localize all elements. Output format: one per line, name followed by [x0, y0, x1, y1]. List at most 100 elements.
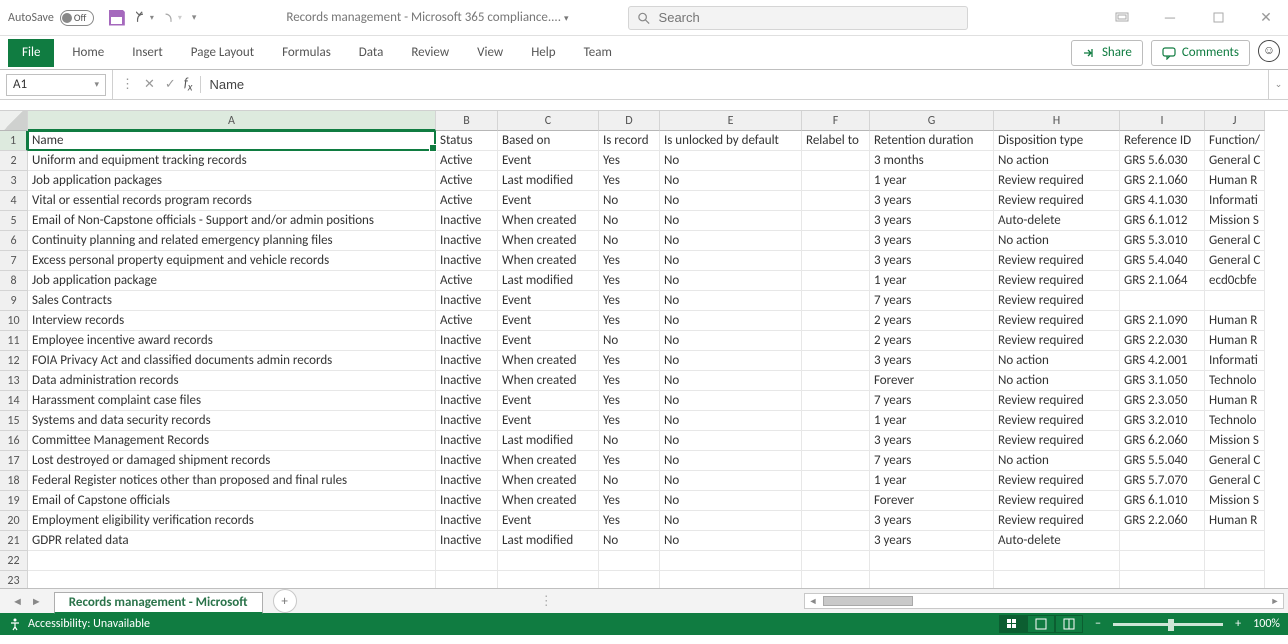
cell-G21[interactable]: 3 years: [870, 531, 994, 551]
cell-G12[interactable]: 3 years: [870, 351, 994, 371]
cell-F22[interactable]: [802, 551, 870, 571]
cell-H4[interactable]: Review required: [994, 191, 1120, 211]
cell-D7[interactable]: Yes: [599, 251, 660, 271]
cell-A8[interactable]: Job application package: [28, 271, 436, 291]
row-header-16[interactable]: 16: [0, 431, 28, 451]
cell-B4[interactable]: Active: [436, 191, 498, 211]
cell-F14[interactable]: [802, 391, 870, 411]
row-header-5[interactable]: 5: [0, 211, 28, 231]
add-sheet-button[interactable]: +: [273, 589, 297, 613]
row-header-22[interactable]: 22: [0, 551, 28, 571]
cell-E16[interactable]: No: [660, 431, 802, 451]
ribbon-tab-review[interactable]: Review: [397, 39, 463, 67]
col-header-C[interactable]: C: [498, 111, 599, 131]
cell-E4[interactable]: No: [660, 191, 802, 211]
cell-J6[interactable]: General C: [1205, 231, 1265, 251]
ribbon-tab-page-layout[interactable]: Page Layout: [177, 39, 268, 67]
cell-C23[interactable]: [498, 571, 599, 588]
cell-G10[interactable]: 2 years: [870, 311, 994, 331]
cell-G13[interactable]: Forever: [870, 371, 994, 391]
row-header-10[interactable]: 10: [0, 311, 28, 331]
cell-J4[interactable]: Informati: [1205, 191, 1265, 211]
cell-J2[interactable]: General C: [1205, 151, 1265, 171]
cell-D13[interactable]: Yes: [599, 371, 660, 391]
undo-button[interactable]: ▾: [136, 9, 154, 27]
cell-D19[interactable]: Yes: [599, 491, 660, 511]
cell-H8[interactable]: Review required: [994, 271, 1120, 291]
normal-view-button[interactable]: [999, 615, 1027, 633]
row-header-12[interactable]: 12: [0, 351, 28, 371]
cell-D3[interactable]: Yes: [599, 171, 660, 191]
cell-J1[interactable]: Function/: [1205, 131, 1265, 151]
cell-G19[interactable]: Forever: [870, 491, 994, 511]
cell-F10[interactable]: [802, 311, 870, 331]
close-button[interactable]: ✕: [1252, 8, 1280, 28]
cell-C2[interactable]: Event: [498, 151, 599, 171]
row-header-9[interactable]: 9: [0, 291, 28, 311]
cell-F23[interactable]: [802, 571, 870, 588]
cell-J15[interactable]: Technolo: [1205, 411, 1265, 431]
cell-F6[interactable]: [802, 231, 870, 251]
cell-J8[interactable]: ecd0cbfe: [1205, 271, 1265, 291]
name-box[interactable]: A1 ▾: [6, 74, 106, 96]
cell-B2[interactable]: Active: [436, 151, 498, 171]
cell-A20[interactable]: Employment eligibility verification reco…: [28, 511, 436, 531]
select-all-corner[interactable]: [0, 111, 28, 131]
cell-G4[interactable]: 3 years: [870, 191, 994, 211]
cell-D14[interactable]: Yes: [599, 391, 660, 411]
cell-G8[interactable]: 1 year: [870, 271, 994, 291]
cell-I18[interactable]: GRS 5.7.070: [1120, 471, 1205, 491]
cell-C4[interactable]: Event: [498, 191, 599, 211]
cell-J19[interactable]: Mission S: [1205, 491, 1265, 511]
cell-F19[interactable]: [802, 491, 870, 511]
cell-I15[interactable]: GRS 3.2.010: [1120, 411, 1205, 431]
cell-B7[interactable]: Inactive: [436, 251, 498, 271]
cell-D22[interactable]: [599, 551, 660, 571]
cell-A21[interactable]: GDPR related data: [28, 531, 436, 551]
cell-A1[interactable]: Name: [28, 131, 436, 151]
cell-F13[interactable]: [802, 371, 870, 391]
col-header-A[interactable]: A: [28, 111, 436, 131]
cell-F20[interactable]: [802, 511, 870, 531]
cell-E9[interactable]: No: [660, 291, 802, 311]
row-header-13[interactable]: 13: [0, 371, 28, 391]
cell-C3[interactable]: Last modified: [498, 171, 599, 191]
redo-button[interactable]: ▾: [164, 9, 182, 27]
sheet-nav-prev[interactable]: ◄: [12, 595, 23, 608]
cell-D11[interactable]: No: [599, 331, 660, 351]
chevron-down-icon[interactable]: ▾: [94, 79, 99, 90]
cell-E7[interactable]: No: [660, 251, 802, 271]
cell-B8[interactable]: Active: [436, 271, 498, 291]
cell-I11[interactable]: GRS 2.2.030: [1120, 331, 1205, 351]
col-header-I[interactable]: I: [1120, 111, 1205, 131]
cell-C9[interactable]: Event: [498, 291, 599, 311]
cell-A16[interactable]: Committee Management Records: [28, 431, 436, 451]
ribbon-tab-insert[interactable]: Insert: [118, 39, 177, 67]
cell-C8[interactable]: Last modified: [498, 271, 599, 291]
cell-A9[interactable]: Sales Contracts: [28, 291, 436, 311]
cell-F8[interactable]: [802, 271, 870, 291]
cell-F16[interactable]: [802, 431, 870, 451]
cell-D5[interactable]: No: [599, 211, 660, 231]
cell-J7[interactable]: General C: [1205, 251, 1265, 271]
cell-I7[interactable]: GRS 5.4.040: [1120, 251, 1205, 271]
col-header-J[interactable]: J: [1205, 111, 1265, 131]
cell-H19[interactable]: Review required: [994, 491, 1120, 511]
cell-J17[interactable]: General C: [1205, 451, 1265, 471]
cell-B9[interactable]: Inactive: [436, 291, 498, 311]
ribbon-tab-team[interactable]: Team: [570, 39, 626, 67]
cell-G9[interactable]: 7 years: [870, 291, 994, 311]
cell-J3[interactable]: Human R: [1205, 171, 1265, 191]
cell-A7[interactable]: Excess personal property equipment and v…: [28, 251, 436, 271]
expand-formula-bar[interactable]: ⌄: [1268, 70, 1288, 99]
cell-C6[interactable]: When created: [498, 231, 599, 251]
cell-E20[interactable]: No: [660, 511, 802, 531]
cell-H23[interactable]: [994, 571, 1120, 588]
cell-E10[interactable]: No: [660, 311, 802, 331]
save-button[interactable]: [108, 9, 126, 27]
feedback-button[interactable]: ☺: [1258, 40, 1280, 62]
cell-D15[interactable]: Yes: [599, 411, 660, 431]
cell-G3[interactable]: 1 year: [870, 171, 994, 191]
scroll-right-arrow[interactable]: ►: [1267, 596, 1283, 607]
cell-E5[interactable]: No: [660, 211, 802, 231]
